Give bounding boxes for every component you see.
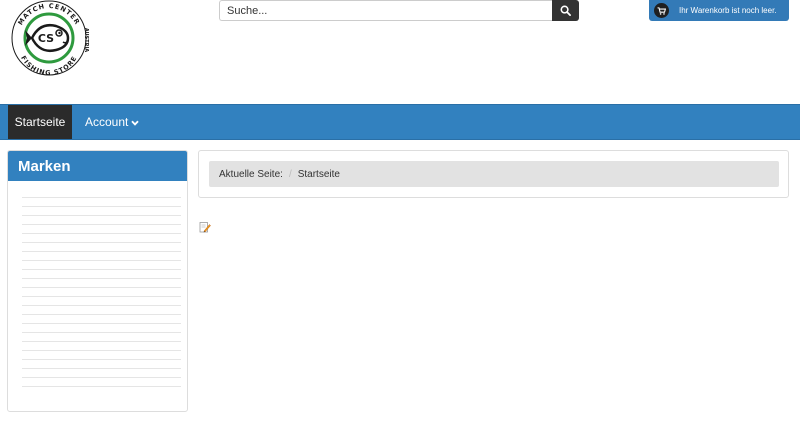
edit-icon[interactable] — [199, 220, 211, 233]
brands-list-divider — [22, 305, 181, 306]
brands-list-divider — [22, 260, 181, 261]
search-icon — [560, 5, 571, 16]
brands-panel: Marken — [7, 150, 188, 412]
cart-icon-circle — [654, 3, 669, 18]
brands-list-divider — [22, 341, 181, 342]
cart-icon — [657, 6, 666, 15]
brands-list-divider — [22, 233, 181, 234]
breadcrumb: Aktuelle Seite: / Startseite — [209, 161, 779, 187]
brands-list-divider — [22, 332, 181, 333]
brands-list-divider — [22, 215, 181, 216]
brands-list-divider — [22, 350, 181, 351]
search-input[interactable] — [219, 0, 552, 21]
brands-list-divider — [22, 287, 181, 288]
search-form — [219, 0, 579, 21]
brands-panel-header: Marken — [8, 151, 187, 181]
brands-list-divider — [22, 377, 181, 378]
brands-list-divider — [22, 224, 181, 225]
breadcrumb-label: Aktuelle Seite: — [219, 168, 283, 180]
main-navbar: Startseite Account — [0, 104, 800, 140]
store-logo[interactable]: MATCH CENTER FISHING STORE AUSTRIA CS — [8, 0, 90, 78]
brands-panel-title: Marken — [18, 157, 71, 175]
brands-list-divider — [22, 386, 181, 387]
logo-fish-label: CS — [38, 32, 54, 45]
brands-list — [22, 197, 181, 437]
brands-list-divider — [22, 242, 181, 243]
cart-label: Ihr Warenkorb ist noch leer. — [679, 6, 777, 15]
brands-list-divider — [22, 269, 181, 270]
brands-list-divider — [22, 251, 181, 252]
cart-button[interactable]: Ihr Warenkorb ist noch leer. — [649, 0, 789, 21]
brands-list-divider — [22, 278, 181, 279]
nav-item-account[interactable]: Account — [85, 105, 140, 139]
brands-list-divider — [22, 296, 181, 297]
nav-home-label: Startseite — [14, 115, 66, 129]
breadcrumb-panel: Aktuelle Seite: / Startseite — [198, 150, 789, 198]
search-button[interactable] — [552, 0, 579, 21]
breadcrumb-current[interactable]: Startseite — [298, 169, 340, 180]
breadcrumb-separator: / — [288, 168, 292, 180]
brands-list-divider — [22, 314, 181, 315]
nav-item-home[interactable]: Startseite — [8, 105, 72, 139]
brands-list-divider — [22, 323, 181, 324]
brands-list-divider — [22, 197, 181, 198]
nav-account-label: Account — [85, 115, 129, 129]
brands-list-divider — [22, 206, 181, 207]
brands-list-divider — [22, 359, 181, 360]
logo-ring-text-right: AUSTRIA — [83, 28, 89, 52]
chevron-down-icon — [131, 115, 140, 129]
logo-emblem: MATCH CENTER FISHING STORE AUSTRIA CS — [11, 0, 89, 77]
brands-list-divider — [22, 368, 181, 369]
